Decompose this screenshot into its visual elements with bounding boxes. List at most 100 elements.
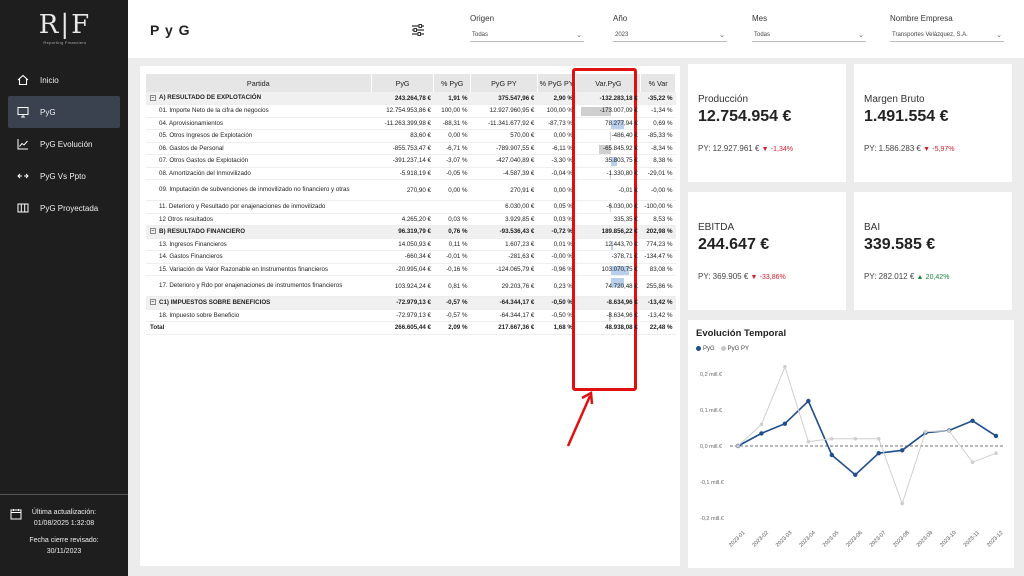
sidebar-item-label: PyG Vs Ppto [40, 171, 86, 181]
collapse-icon[interactable]: − [150, 94, 156, 101]
series-line-pyg-py [737, 365, 997, 506]
slicer-mes[interactable]: Mes Todas ⌄ [752, 14, 866, 42]
down-triangle-icon: ▼ [761, 146, 769, 153]
cell-pvar: 0,69 % [640, 117, 676, 130]
x-tick-label: 2023-09 [916, 530, 935, 549]
y-tick-label: -0,1 mill.€ [700, 480, 724, 486]
legend-item-pyg-py[interactable]: PyG PY [720, 346, 749, 352]
collapse-icon[interactable]: − [150, 299, 156, 306]
data-point [759, 422, 764, 427]
kpi-card-ebitda: EBITDA 244.647 € PY: 369.905 € ▼ -33,86% [688, 192, 846, 310]
sidebar-item-label: Inicio [40, 75, 59, 85]
evolution-chart-card: Evolución Temporal PyG PyG PY 0,2 mill.€… [688, 320, 1014, 568]
x-tick-label: 2023-06 [845, 530, 864, 549]
y-tick-label: 0,2 mill.€ [700, 372, 722, 378]
cell-pyg: 270,90 € [371, 179, 434, 201]
column-header[interactable]: PyG [371, 74, 435, 92]
data-point [736, 444, 740, 448]
data-point [947, 429, 951, 433]
chevron-down-icon: ⌄ [719, 31, 725, 39]
cell-ppy: 0,00 % [537, 129, 576, 143]
slicer-dropdown[interactable]: Transportes Velázquez, S.A. ⌄ [890, 28, 1004, 42]
cell-pyg: -72.979,13 € [371, 309, 434, 322]
cell-partida: 07. Otros Gastos de Explotación [146, 154, 372, 168]
cell-partida: 09. Imputación de subvenciones de inmovi… [146, 179, 372, 201]
x-tick-label: 2023-03 [775, 530, 794, 549]
line-chart[interactable]: 0,2 mill.€ 0,1 mill.€ 0,0 mill.€ -0,1 mill.… [688, 360, 1014, 568]
cell-pvar: -13,42 % [640, 309, 676, 322]
data-point [759, 431, 764, 436]
column-header[interactable]: % Var [640, 74, 676, 92]
slicer-nombre-empresa[interactable]: Nombre Empresa Transportes Velázquez, S.… [890, 14, 1004, 42]
column-header[interactable]: % PyG [433, 74, 471, 92]
home-icon [16, 73, 30, 87]
sidebar-item-inicio[interactable]: Inicio [8, 64, 120, 96]
cell-ppyg: 100,00 % [433, 104, 471, 118]
cell-ppy: 2,90 % [537, 92, 576, 105]
sidebar-item-pyg-vs-ppto[interactable]: PyG Vs Ppto [8, 160, 120, 192]
data-point [876, 437, 881, 441]
cell-ppyg [433, 200, 471, 214]
cell-ppyg: 2,09 % [433, 321, 471, 335]
data-point [783, 365, 787, 369]
cell-ppy: 0,01 % [537, 238, 576, 251]
data-point [806, 398, 811, 404]
cell-ppyg: 0,00 % [433, 179, 471, 201]
sidebar-nav: Inicio PyG PyG Evolución PyG Vs Ppto PyG… [8, 64, 120, 224]
sidebar-item-pyg[interactable]: PyG [8, 96, 120, 128]
cell-pyg: -5.918,19 € [371, 167, 434, 180]
page-title: P y G [150, 22, 191, 38]
cell-ppyg: -3,07 % [433, 154, 471, 168]
cell-pyg: 12.754.953,86 € [371, 104, 434, 118]
cell-ppyg: 0,81 % [433, 275, 471, 297]
collapse-icon[interactable]: − [150, 228, 156, 235]
data-point [829, 452, 835, 458]
cell-py: 29.203,76 € [470, 275, 538, 297]
sidebar-footer: Última actualización: 01/08/2025 1:32:08… [0, 494, 128, 576]
cell-pvar: 83,08 % [640, 263, 676, 276]
column-header[interactable]: PyG PY [470, 74, 538, 92]
slicer-dropdown[interactable]: Todas ⌄ [470, 28, 584, 42]
cell-py: -64.344,17 € [470, 296, 538, 310]
data-point [970, 418, 975, 423]
chart-title: Evolución Temporal [696, 328, 787, 339]
last-update-value: 01/08/2025 1:32:08 [33, 520, 95, 527]
kpi-card-margen-bruto: Margen Bruto 1.491.554 € PY: 1.586.283 €… [854, 64, 1012, 182]
legend-item-pyg[interactable]: PyG [696, 346, 715, 352]
cell-partida: 05. Otros Ingresos de Explotación [146, 129, 372, 143]
cell-ppyg: -0,57 % [433, 296, 471, 310]
cell-pyg: 14.050,93 € [371, 238, 434, 251]
filter-sliders-icon[interactable] [410, 22, 426, 38]
sidebar-item-pyg-proyectada[interactable]: PyG Proyectada [8, 192, 120, 224]
cell-pyg: 243.264,78 € [371, 92, 434, 105]
slicer-ano[interactable]: Año 2023 ⌄ [613, 14, 727, 42]
slicer-dropdown[interactable]: 2023 ⌄ [613, 28, 727, 42]
column-header[interactable]: Partida [146, 74, 372, 92]
data-point [899, 448, 905, 453]
cell-pvar: -85,33 % [640, 129, 676, 143]
cell-py: 270,91 € [470, 179, 538, 201]
x-tick-label: 2023-08 [892, 530, 911, 549]
cell-pyg: -855.753,47 € [371, 142, 434, 155]
cell-pyg: -20.995,04 € [371, 263, 434, 276]
data-point [853, 472, 858, 477]
cell-ppyg: -0,16 % [433, 263, 471, 276]
columns-icon [16, 201, 30, 215]
cell-ppyg: -0,05 % [433, 167, 471, 180]
cell-pvar: 255,86 % [640, 275, 676, 297]
cell-ppy: -0,04 % [537, 167, 576, 180]
x-tick-label: 2023-10 [939, 530, 958, 549]
cell-pyg: 4.265,20 € [371, 213, 434, 226]
slicer-origen[interactable]: Origen Todas ⌄ [470, 14, 584, 42]
y-tick-label: 0,0 mill.€ [700, 444, 722, 450]
cell-ppy: -0,50 % [537, 296, 576, 310]
cell-py: 1.607,23 € [470, 238, 538, 251]
slicer-dropdown[interactable]: Todas ⌄ [752, 28, 866, 42]
cell-pvar: 8,38 % [640, 154, 676, 168]
column-header[interactable]: % PyG PY [537, 74, 577, 92]
sidebar-item-pyg-evolucion[interactable]: PyG Evolución [8, 128, 120, 160]
data-point [970, 460, 975, 464]
cell-py: 6.030,00 € [470, 200, 538, 214]
cell-partida: 04. Aprovisionamientos [146, 117, 372, 130]
cell-ppy: -6,11 % [537, 142, 576, 155]
